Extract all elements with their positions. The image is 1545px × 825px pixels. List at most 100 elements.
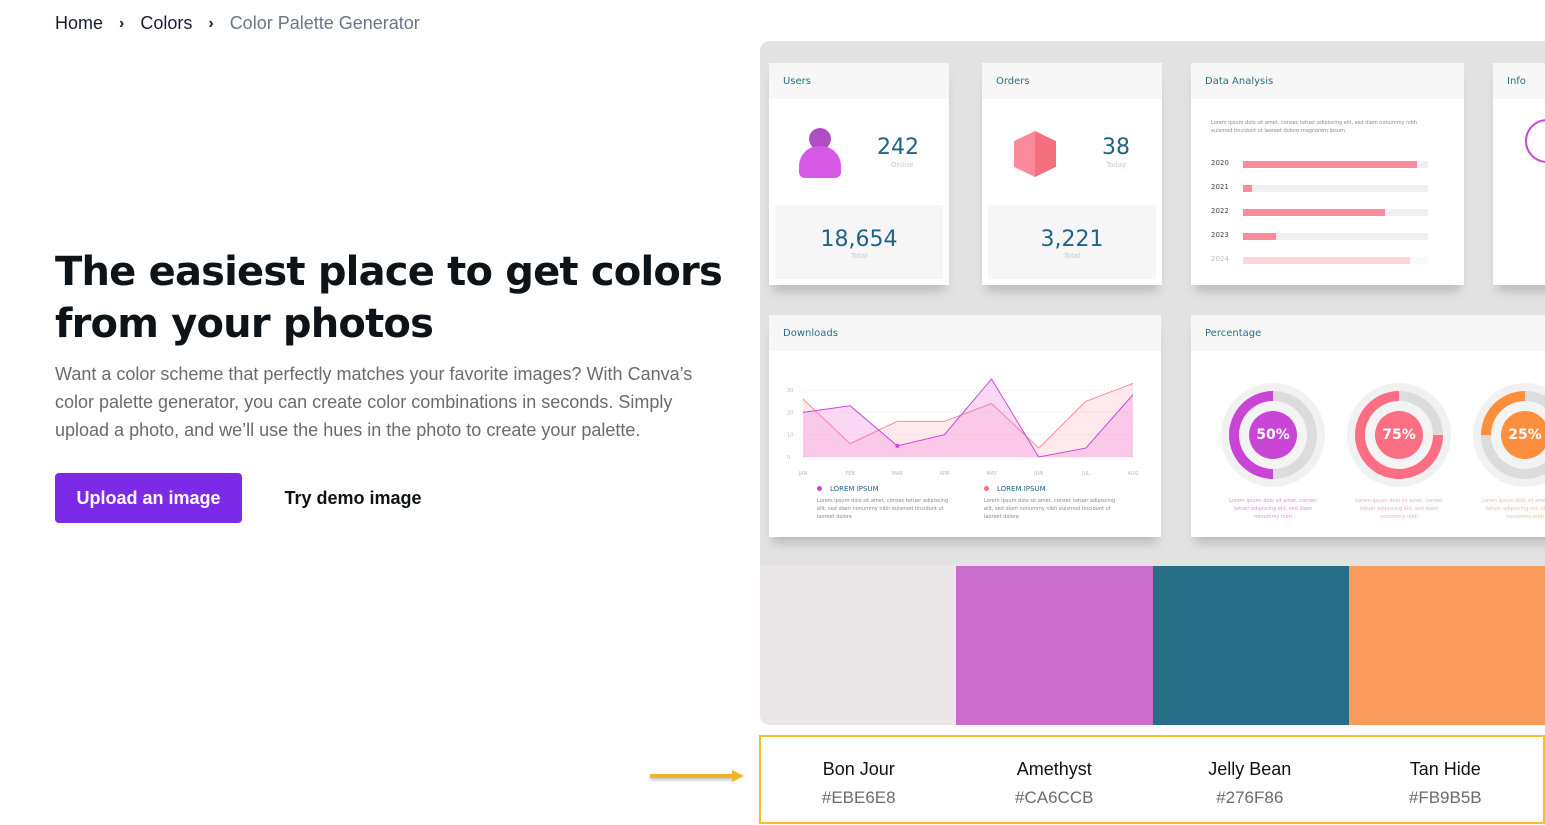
data-analysis-card: Data Analysis Lorem ipsum dolo sit amet,… (1191, 63, 1464, 285)
color-hex[interactable]: #CA6CCB (957, 788, 1153, 808)
percentage-donut: 75% (1347, 383, 1451, 487)
bar-track (1243, 233, 1428, 240)
legend-text: Lorem ipsum dolo sit amet, consec tetuer… (817, 498, 949, 520)
donut-label: 75% (1375, 411, 1423, 459)
bar-fill (1243, 233, 1277, 240)
bar-track (1243, 185, 1428, 192)
bar-row: 2024 (1211, 255, 1428, 265)
orders-total-value: 3,221 (1040, 227, 1104, 252)
try-demo-image-button[interactable]: Try demo image (266, 473, 440, 523)
percentage-donut: 50% (1221, 383, 1325, 487)
x-tick-label: JUN (1033, 471, 1043, 477)
swatch-jelly-bean[interactable] (1152, 566, 1349, 725)
x-tick-label: APR (939, 471, 949, 477)
color-hex[interactable]: #276F86 (1152, 788, 1348, 808)
legend-item: LOREM IPSUM Lorem ipsum dolo sit amet, c… (984, 485, 1124, 521)
color-amethyst[interactable]: Amethyst #CA6CCB (957, 737, 1153, 822)
bar-track (1243, 161, 1428, 168)
orders-card: Orders 38 Today 3,221 Total (982, 63, 1162, 285)
info-card: Info (1493, 63, 1545, 285)
document-icon (1525, 119, 1545, 163)
bar-row: 2022 (1211, 207, 1428, 217)
orders-total-label: Total (1063, 252, 1081, 260)
palette-preview-image: Users 242 Online 18,654 Total Orders 38 … (760, 41, 1545, 725)
legend-dot-icon (984, 486, 989, 491)
x-tick-label: AUG (1128, 471, 1139, 477)
data-point (895, 443, 900, 448)
percentage-donut: 25% (1473, 383, 1545, 487)
data-analysis-text: Lorem ipsum dolo sit amet, consec tetuer… (1211, 120, 1418, 134)
dashboard-image: Users 242 Online 18,654 Total Orders 38 … (760, 41, 1545, 566)
x-tick-label: FEB (845, 471, 855, 477)
bar-year: 2024 (1211, 255, 1229, 263)
percentage-card: Percentage 50% Lorem ipsum dolo sit amet,… (1191, 315, 1545, 537)
breadcrumb: Home › Colors › Color Palette Generator (55, 13, 420, 34)
upload-image-button[interactable]: Upload an image (55, 473, 242, 523)
users-online-label: Online (891, 161, 914, 169)
percentage-text: Lorem ipsum dolo sit amet, consec tetuer… (1229, 498, 1317, 520)
y-tick-label: 10 (787, 433, 793, 439)
info-card-title: Info (1493, 63, 1545, 99)
x-tick-label: MAY (986, 471, 997, 477)
users-total-value: 18,654 (820, 227, 898, 252)
downloads-chart: 0 10 20 30 JAN FEB MAR APR MAY JUN JUL AUG (787, 378, 1139, 477)
swatch-amethyst[interactable] (956, 566, 1153, 725)
y-tick-label: 30 (787, 388, 793, 394)
donut-label: 50% (1249, 411, 1297, 459)
color-name: Tan Hide (1409, 759, 1481, 779)
orders-card-title: Orders (982, 63, 1162, 99)
color-jelly-bean[interactable]: Jelly Bean #276F86 (1152, 737, 1348, 822)
legend-item: LOREM IPSUM Lorem ipsum dolo sit amet, c… (817, 485, 957, 521)
legend-dot-icon (817, 486, 822, 491)
legend-label: LOREM IPSUM (830, 485, 879, 493)
donut-label: 25% (1501, 411, 1545, 459)
color-name: Jelly Bean (1208, 759, 1292, 779)
bar-year: 2020 (1211, 159, 1229, 167)
bar-track (1243, 209, 1428, 216)
x-tick-label: JAN (798, 471, 808, 477)
bar-year: 2023 (1211, 231, 1229, 239)
swatch-tan-hide[interactable] (1348, 566, 1545, 725)
bar-year: 2022 (1211, 207, 1229, 215)
page-description: Want a color scheme that perfectly match… (55, 364, 693, 440)
arrowhead-icon (732, 770, 744, 782)
bar-row: 2023 (1211, 231, 1428, 241)
color-bon-jour[interactable]: Bon Jour #EBE6E8 (761, 737, 957, 822)
bar-fill (1243, 161, 1417, 168)
breadcrumb-colors[interactable]: Colors (140, 13, 192, 34)
breadcrumb-home[interactable]: Home (55, 13, 103, 34)
x-tick-label: JUL (1081, 471, 1090, 477)
bar-row: 2020 (1211, 159, 1428, 169)
y-tick-label: 0 (787, 455, 790, 461)
percentage-text: Lorem ipsum dolo sit amet, consec tetuer… (1355, 498, 1443, 520)
color-hex[interactable]: #EBE6E8 (761, 788, 957, 808)
legend-label: LOREM IPSUM (997, 485, 1046, 493)
color-tan-hide[interactable]: Tan Hide #FB9B5B (1348, 737, 1544, 822)
bar-fill (1243, 209, 1386, 216)
bar-row: 2021 (1211, 183, 1428, 193)
swatch-bon-jour[interactable] (760, 566, 957, 725)
arrow-icon (650, 774, 736, 778)
breadcrumb-current: Color Palette Generator (229, 13, 420, 33)
chevron-right-icon: › (119, 14, 125, 32)
users-total-label: Total (850, 252, 868, 260)
palette-names: Bon Jour #EBE6E8 Amethyst #CA6CCB Jelly Be… (759, 735, 1545, 824)
x-tick-label: MAR (892, 471, 904, 477)
users-card-title: Users (769, 63, 949, 99)
box-icon (1014, 131, 1056, 177)
bar-fill (1243, 185, 1253, 192)
color-hex[interactable]: #FB9B5B (1348, 788, 1544, 808)
users-online-value: 242 (877, 135, 919, 160)
y-tick-label: 20 (787, 410, 793, 416)
data-analysis-title: Data Analysis (1191, 63, 1464, 99)
bar-track (1243, 257, 1428, 264)
orders-total-panel: 3,221 Total (988, 205, 1156, 279)
legend-text: Lorem ipsum dolo sit amet, consec tetuer… (984, 498, 1116, 520)
users-card: Users 242 Online 18,654 Total (769, 63, 949, 285)
bar-fill (1243, 257, 1410, 264)
percentage-text: Lorem ipsum dolo sit amet, consec tetuer… (1481, 498, 1545, 520)
orders-today-label: Today (1106, 161, 1127, 169)
palette-swatches (760, 566, 1545, 725)
percentage-title: Percentage (1191, 315, 1545, 351)
bar-year: 2021 (1211, 183, 1229, 191)
